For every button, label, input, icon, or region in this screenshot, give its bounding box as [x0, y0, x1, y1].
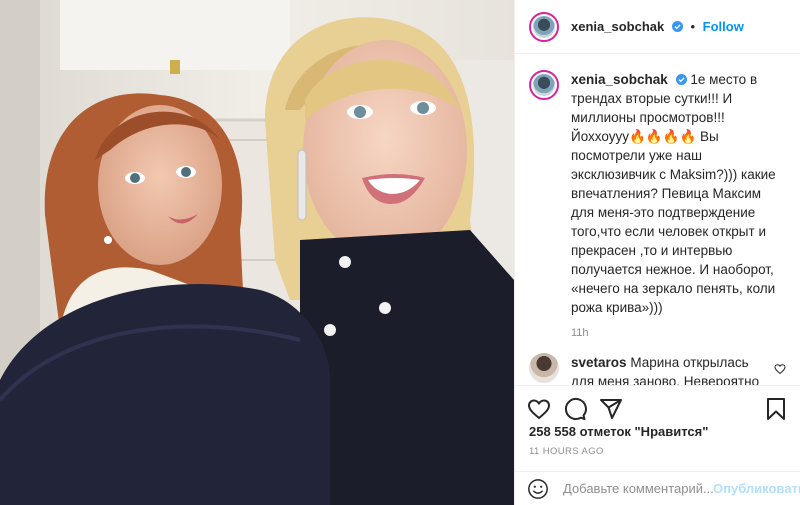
author-name-row: xenia_sobchak • Follow — [571, 19, 744, 34]
share-icon[interactable] — [599, 397, 623, 421]
selfie-image — [0, 0, 514, 505]
commenter-avatar[interactable] — [529, 353, 559, 383]
caption-time[interactable]: 11h — [571, 327, 783, 339]
post-comment-button[interactable]: Опубликовать — [713, 481, 800, 496]
verified-badge-icon — [675, 74, 687, 85]
comment-row: svetaros Марина открылась для меня занов… — [529, 353, 786, 385]
author-avatar[interactable] — [529, 11, 559, 42]
likes-count[interactable]: 258 558 отметок "Нравится" — [529, 424, 708, 439]
post-header: xenia_sobchak • Follow — [515, 0, 800, 54]
bookmark-icon[interactable] — [764, 397, 788, 421]
post-photo[interactable] — [0, 0, 514, 505]
comment-text-block: svetaros Марина открылась для меня занов… — [571, 353, 774, 385]
verified-badge-icon — [671, 21, 683, 32]
comment-icon[interactable] — [563, 397, 587, 421]
post-side-panel: xenia_sobchak • Follow xenia_sobchak 1е … — [514, 0, 800, 505]
emoji-icon[interactable] — [527, 478, 549, 500]
comment-input[interactable] — [563, 481, 713, 496]
comment-like-heart-icon[interactable] — [774, 363, 786, 375]
post-timestamp[interactable]: 11 HOURS AGO — [529, 446, 604, 457]
comment-composer: Опубликовать — [515, 471, 800, 505]
comment-author[interactable]: svetaros — [571, 355, 627, 370]
heart-icon[interactable] — [527, 397, 551, 421]
caption-author[interactable]: xenia_sobchak — [571, 72, 668, 87]
caption-text-block: xenia_sobchak 1е место в трендах вторые … — [571, 70, 783, 317]
comments-list[interactable]: xenia_sobchak 1е место в трендах вторые … — [515, 55, 800, 385]
caption-row: xenia_sobchak 1е место в трендах вторые … — [529, 70, 786, 339]
separator-dot: • — [690, 19, 696, 34]
author-username[interactable]: xenia_sobchak — [571, 19, 664, 34]
caption-text: 1е место в трендах вторые сутки!!! И мил… — [571, 72, 776, 315]
caption-author-avatar[interactable] — [529, 70, 559, 100]
follow-button[interactable]: Follow — [703, 19, 744, 34]
caption-body: xenia_sobchak 1е место в трендах вторые … — [571, 70, 783, 339]
